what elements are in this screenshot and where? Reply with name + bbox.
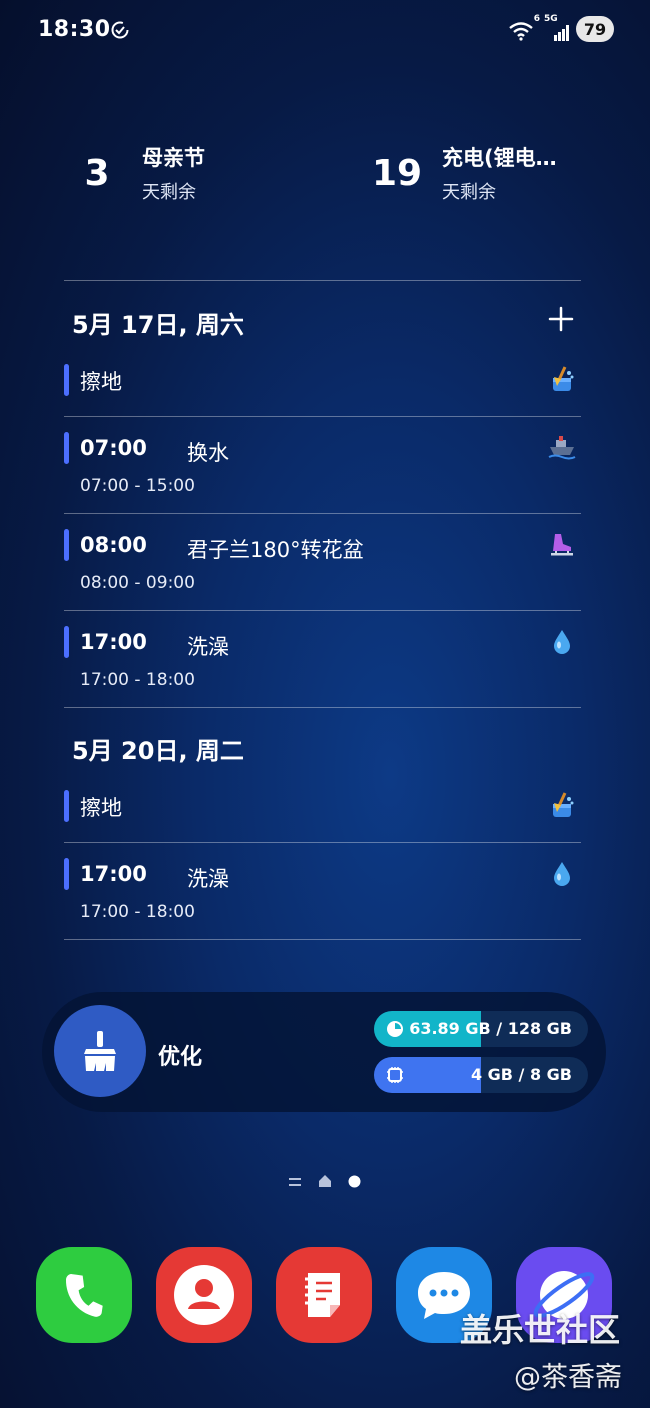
countdown-days: 3 — [84, 152, 110, 194]
event-time-range: 08:00 - 09:00 — [80, 573, 195, 593]
optimize-label: 优化 — [158, 1045, 203, 1070]
optimize-button[interactable] — [54, 1005, 146, 1097]
ice-skate-icon — [551, 534, 573, 556]
storage-text: 63.89 GB / 128 GB — [409, 1019, 572, 1038]
notes-icon — [305, 1273, 340, 1317]
watermark-site: 盖乐世社区 — [460, 1311, 621, 1349]
day-header: 5月 17日, 周六 — [72, 311, 244, 339]
event-color-bar — [64, 364, 69, 396]
event-title: 换水 — [187, 441, 229, 465]
event-title: 洗澡 — [187, 867, 229, 891]
event-time: 08:00 — [80, 533, 147, 557]
event-color-bar — [64, 529, 69, 561]
calendar-event[interactable]: 08:00 君子兰180°转花盆 08:00 - 09:00 — [64, 514, 581, 610]
day-header: 5月 20日, 周二 — [72, 737, 244, 765]
wifi-label: 6 — [533, 14, 540, 24]
contacts-icon — [174, 1265, 234, 1325]
memory-chip-icon — [387, 1067, 403, 1083]
event-time: 07:00 — [80, 436, 147, 460]
page-list-icon — [289, 1178, 301, 1186]
divider — [64, 707, 581, 708]
event-color-bar — [64, 790, 69, 822]
water-drop-icon — [554, 862, 570, 886]
countdown-subtitle: 天剩余 — [142, 182, 196, 203]
event-time: 17:00 — [80, 862, 147, 886]
status-time: 18:30 — [38, 17, 111, 42]
memory-bar[interactable]: 4 GB / 8 GB — [374, 1057, 588, 1093]
add-event-button[interactable] — [545, 303, 577, 335]
storage-icon — [387, 1021, 403, 1037]
watermark-user: @茶香斋 — [514, 1362, 622, 1393]
calendar-event[interactable]: 17:00 洗澡 17:00 - 18:00 — [64, 611, 581, 707]
countdown-subtitle: 天剩余 — [442, 182, 496, 203]
status-icons: 6 5G 79 — [508, 14, 614, 42]
event-title: 洗澡 — [187, 635, 229, 659]
event-color-bar — [64, 858, 69, 890]
event-title: 擦地 — [80, 370, 122, 394]
event-time-range: 17:00 - 18:00 — [80, 902, 195, 922]
countdown-days: 19 — [371, 152, 423, 194]
countdown-title: 充电(锂电… — [442, 146, 557, 170]
phone-app[interactable] — [36, 1247, 132, 1343]
event-time-range: 17:00 - 18:00 — [80, 670, 195, 690]
countdown-title: 母亲节 — [142, 146, 205, 170]
calendar-event[interactable]: 07:00 换水 07:00 - 15:00 — [64, 417, 581, 513]
water-drop-icon — [554, 630, 570, 654]
countdown-item[interactable]: 3 母亲节 天剩余 — [62, 138, 205, 208]
contacts-app[interactable] — [156, 1247, 252, 1343]
divider — [64, 939, 581, 940]
calendar-event[interactable]: 17:00 洗澡 17:00 - 18:00 — [64, 843, 581, 939]
network-label: 5G — [544, 14, 558, 24]
event-title: 君子兰180°转花盆 — [187, 538, 364, 562]
event-time-range: 07:00 - 15:00 — [80, 476, 195, 496]
wifi-icon: 6 — [508, 14, 540, 42]
device-care-widget[interactable]: 优化 63.89 GB / 128 GB 4 GB / 8 GB — [42, 992, 606, 1112]
event-color-bar — [64, 432, 69, 464]
countdown-item[interactable]: 19 充电(锂电… 天剩余 — [362, 138, 557, 208]
phone-icon — [66, 1274, 103, 1317]
home-page-icon — [319, 1175, 331, 1187]
countdown-text: 充电(锂电… 天剩余 — [442, 142, 557, 204]
event-title: 擦地 — [80, 796, 122, 820]
cell-signal-icon: 5G — [544, 14, 570, 42]
sync-check-icon — [111, 21, 129, 39]
calendar-event[interactable]: 擦地 — [64, 782, 581, 842]
broom-bucket-icon — [553, 366, 574, 391]
countdown-text: 母亲节 天剩余 — [142, 142, 205, 204]
event-color-bar — [64, 626, 69, 658]
battery-indicator: 79 — [576, 16, 614, 42]
status-bar: 18:30 6 5G 79 — [0, 0, 650, 64]
storage-bar[interactable]: 63.89 GB / 128 GB — [374, 1011, 588, 1047]
calendar-event[interactable]: 擦地 — [64, 356, 581, 416]
event-time: 17:00 — [80, 630, 147, 654]
memory-text: 4 GB / 8 GB — [470, 1065, 572, 1084]
broom-icon — [84, 1031, 116, 1071]
current-page-dot-icon — [348, 1175, 361, 1188]
divider — [64, 280, 581, 281]
page-indicator[interactable] — [0, 1174, 650, 1190]
broom-bucket-icon — [553, 792, 574, 817]
notes-app[interactable] — [276, 1247, 372, 1343]
ship-icon — [548, 436, 576, 460]
